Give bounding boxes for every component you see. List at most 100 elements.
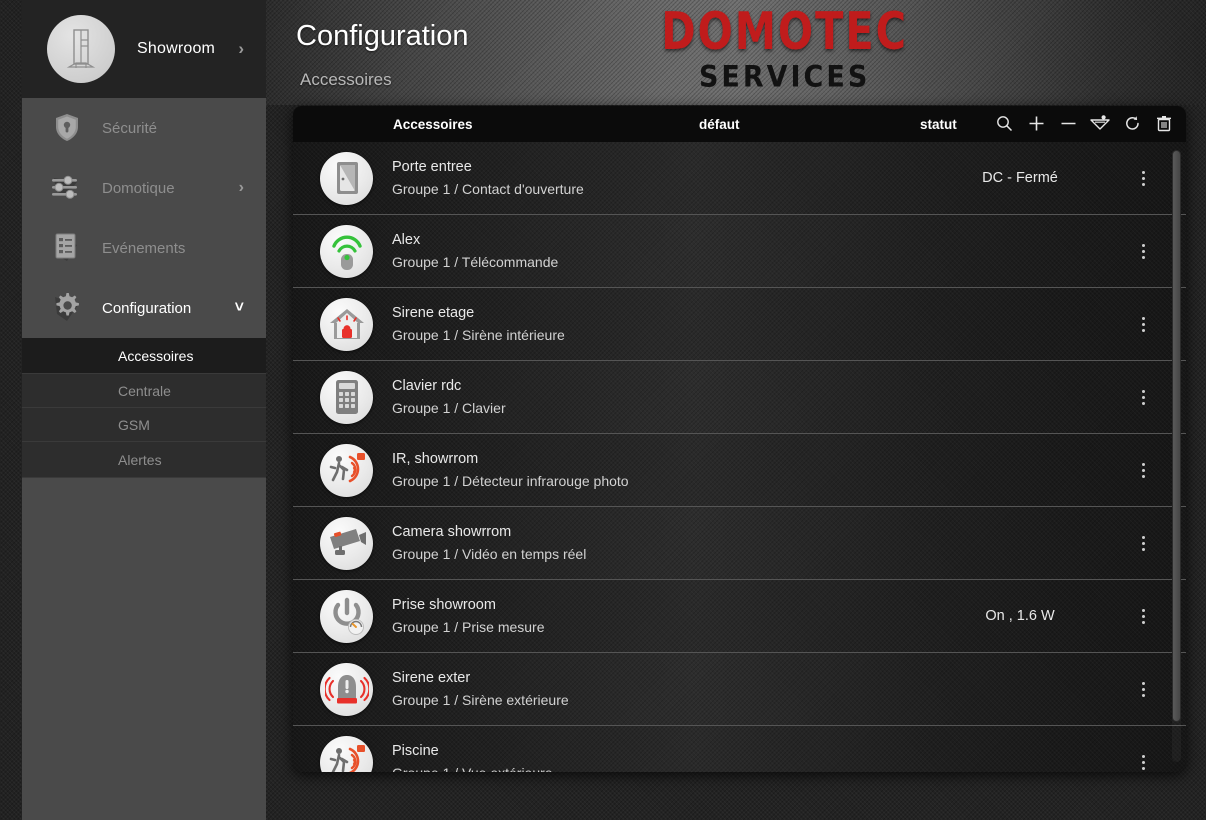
row-subtitle: Groupe 1 / Sirène intérieure (392, 327, 565, 343)
row-subtitle: Groupe 1 / Sirène extérieure (392, 692, 569, 708)
row-overflow-menu-icon[interactable] (1134, 605, 1152, 627)
vertical-scrollbar[interactable] (1172, 150, 1181, 762)
table-row[interactable]: Sirene exter Groupe 1 / Sirène extérieur… (293, 653, 1186, 726)
column-header-defaut: défaut (699, 117, 740, 132)
row-text: Prise showroom Groupe 1 / Prise mesure (392, 597, 545, 635)
row-subtitle: Groupe 1 / Télécommande (392, 254, 559, 270)
sidebar-item-configuration[interactable]: Configuration ˅ (22, 278, 266, 338)
sidebar-item-label: Evénements (102, 239, 186, 257)
accessories-list: Porte entree Groupe 1 / Contact d'ouvert… (293, 142, 1186, 772)
row-subtitle: Groupe 1 / Prise mesure (392, 619, 545, 635)
chevron-down-icon[interactable]: ˅ (235, 299, 244, 317)
row-title: Piscine (392, 743, 439, 759)
table-row[interactable]: Prise showroom Groupe 1 / Prise mesure O… (293, 580, 1186, 653)
profile-name: Showroom (137, 40, 216, 57)
trash-icon[interactable] (1154, 113, 1174, 133)
table-row[interactable]: Camera showrrom Groupe 1 / Vidéo en temp… (293, 507, 1186, 580)
refresh-icon[interactable] (1122, 113, 1142, 133)
camera-icon (320, 516, 373, 570)
sidebar-item-centrale[interactable]: Centrale (22, 374, 266, 408)
sidebar-subitem-label: GSM (118, 416, 150, 433)
row-overflow-menu-icon[interactable] (1134, 678, 1152, 700)
brand-logo-main: DOMOTEC (661, 0, 908, 62)
signal-icon[interactable] (1090, 113, 1110, 133)
brand-logo: DOMOTEC SERVICES (661, 0, 908, 95)
table-header: Accessoires défaut statut (293, 106, 1186, 142)
table-row[interactable]: Sirene etage Groupe 1 / Sirène intérieur… (293, 288, 1186, 361)
power-plug-icon (320, 589, 373, 643)
indoor-siren-icon (320, 297, 373, 351)
brand-logo-sub: SERVICES (698, 60, 871, 95)
row-overflow-menu-icon[interactable] (1134, 532, 1152, 554)
application-window: Showroom › Sécurité Domotique › Evénemen… (0, 0, 1206, 820)
table-toolbar (994, 113, 1174, 133)
row-text: Sirene etage Groupe 1 / Sirène intérieur… (392, 305, 565, 343)
table-row[interactable]: IR, showrrom Groupe 1 / Détecteur infrar… (293, 434, 1186, 507)
row-status: On , 1.6 W (985, 608, 1055, 624)
sidebar: Showroom › Sécurité Domotique › Evénemen… (22, 0, 266, 820)
sidebar-item-label: Domotique (102, 179, 175, 197)
outdoor-siren-icon (320, 662, 373, 716)
row-text: Alex Groupe 1 / Télécommande (392, 232, 558, 270)
row-subtitle: Groupe 1 / Vue extérieure (392, 765, 553, 772)
keypad-icon (320, 370, 373, 424)
column-header-statut: statut (920, 117, 957, 132)
row-title: Prise showroom (392, 597, 496, 613)
accessories-panel: Accessoires défaut statut Porte entree G… (293, 106, 1186, 772)
row-subtitle: Groupe 1 / Contact d'ouverture (392, 181, 584, 197)
sidebar-item-domotique[interactable]: Domotique › (22, 158, 266, 218)
search-icon[interactable] (994, 113, 1014, 133)
left-gutter (0, 0, 22, 820)
table-row[interactable]: Piscine Groupe 1 / Vue extérieure (293, 726, 1186, 772)
chevron-right-icon[interactable]: › (238, 39, 244, 59)
row-subtitle: Groupe 1 / Vidéo en temps réel (392, 546, 587, 562)
row-title: Sirene exter (392, 670, 471, 686)
row-overflow-menu-icon[interactable] (1134, 751, 1152, 772)
row-text: Piscine Groupe 1 / Vue extérieure (392, 743, 553, 772)
column-header-accessoires: Accessoires (393, 117, 473, 132)
row-title: IR, showrrom (392, 451, 479, 467)
motion-detector-icon (320, 443, 373, 497)
sidebar-item-accessoires[interactable]: Accessoires (22, 338, 266, 374)
row-overflow-menu-icon[interactable] (1134, 240, 1152, 262)
row-subtitle: Groupe 1 / Détecteur infrarouge photo (392, 473, 629, 489)
row-title: Clavier rdc (392, 378, 462, 394)
row-title: Sirene etage (392, 305, 475, 321)
row-overflow-menu-icon[interactable] (1134, 459, 1152, 481)
remote-control-icon (320, 224, 373, 278)
shield-lock-icon (50, 111, 84, 145)
row-text: Camera showrrom Groupe 1 / Vidéo en temp… (392, 524, 586, 562)
profile-header[interactable]: Showroom › (22, 0, 266, 98)
page-header: Configuration Accessoires DOMOTEC SERVIC… (266, 0, 1206, 105)
row-text: Porte entree Groupe 1 / Contact d'ouvert… (392, 159, 584, 197)
row-title: Alex (392, 232, 421, 248)
row-overflow-menu-icon[interactable] (1134, 313, 1152, 335)
table-row[interactable]: Alex Groupe 1 / Télécommande (293, 215, 1186, 288)
sidebar-subitem-label: Centrale (118, 382, 171, 399)
chevron-right-icon[interactable]: › (239, 179, 244, 197)
row-title: Porte entree (392, 159, 472, 175)
sidebar-item-evenements[interactable]: Evénements (22, 218, 266, 278)
scrollbar-thumb[interactable] (1172, 150, 1181, 722)
list-document-icon (50, 231, 84, 265)
plus-icon[interactable] (1026, 113, 1046, 133)
sidebar-item-securite[interactable]: Sécurité (22, 98, 266, 158)
row-text: IR, showrrom Groupe 1 / Détecteur infrar… (392, 451, 629, 489)
minus-icon[interactable] (1058, 113, 1078, 133)
gear-icon (50, 291, 84, 325)
sidebar-subitem-label: Alertes (118, 451, 162, 468)
row-overflow-menu-icon[interactable] (1134, 167, 1152, 189)
sidebar-item-alertes[interactable]: Alertes (22, 442, 266, 478)
table-row[interactable]: Clavier rdc Groupe 1 / Clavier (293, 361, 1186, 434)
row-subtitle: Groupe 1 / Clavier (392, 400, 506, 416)
sidebar-item-label: Configuration (102, 299, 192, 317)
sidebar-item-gsm[interactable]: GSM (22, 408, 266, 442)
table-row[interactable]: Porte entree Groupe 1 / Contact d'ouvert… (293, 142, 1186, 215)
page-subtitle: Accessoires (300, 70, 392, 89)
row-text: Sirene exter Groupe 1 / Sirène extérieur… (392, 670, 569, 708)
sidebar-item-label: Sécurité (102, 119, 158, 137)
page-title: Configuration (296, 20, 469, 52)
avatar (47, 15, 115, 83)
sliders-icon (50, 171, 84, 205)
row-overflow-menu-icon[interactable] (1134, 386, 1152, 408)
